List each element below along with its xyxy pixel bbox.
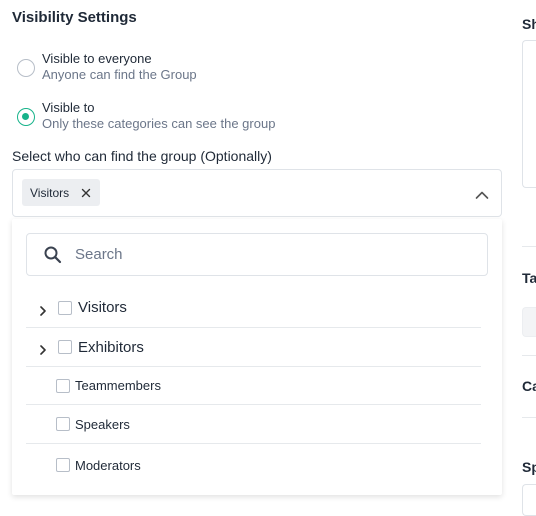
option-teammembers[interactable]: Teammembers	[26, 367, 481, 405]
option-visitors[interactable]: Visitors	[26, 288, 481, 328]
radio-button[interactable]	[17, 59, 35, 77]
search-input[interactable]	[73, 245, 457, 264]
right-panel-label: Ca	[522, 378, 536, 394]
option-exhibitors[interactable]: Exhibitors	[26, 328, 481, 367]
option-speakers[interactable]: Speakers	[26, 405, 481, 444]
option-label: Teammembers	[75, 378, 161, 393]
divider	[522, 417, 536, 418]
radio-visible-everyone[interactable]: Visible to everyone Anyone can find the …	[17, 51, 197, 83]
option-label: Visitors	[78, 299, 127, 316]
chevron-up-icon[interactable]	[475, 187, 489, 205]
radio-label: Visible to	[42, 100, 95, 115]
chevron-right-icon[interactable]	[38, 342, 48, 355]
checkbox[interactable]	[58, 300, 72, 315]
right-panel-field[interactable]	[522, 307, 536, 337]
checkbox[interactable]	[56, 458, 70, 472]
category-select[interactable]: Visitors	[12, 169, 502, 217]
select-label: Select who can find the group (Optionall…	[12, 148, 272, 164]
checkbox[interactable]	[56, 417, 70, 431]
right-panel-label: Ta	[522, 270, 536, 286]
divider	[522, 246, 536, 247]
close-icon[interactable]	[81, 188, 91, 198]
right-panel-label: Sh	[522, 16, 536, 32]
search-icon	[43, 245, 63, 265]
right-panel-label: Sp	[522, 459, 536, 475]
right-panel-field[interactable]	[522, 484, 536, 516]
chip-label: Visitors	[30, 185, 70, 200]
divider	[522, 355, 536, 356]
checkbox[interactable]	[56, 378, 70, 393]
checkbox[interactable]	[58, 340, 72, 354]
radio-button-checked[interactable]	[17, 108, 35, 126]
radio-description: Only these categories can see the group	[42, 116, 276, 131]
chevron-right-icon[interactable]	[38, 303, 48, 316]
category-dropdown: Visitors Exhibitors Teammembers Speakers…	[12, 219, 502, 495]
option-moderators[interactable]: Moderators	[26, 444, 481, 486]
radio-visible-to[interactable]: Visible to Only these categories can see…	[17, 100, 275, 132]
selected-chip-visitors: Visitors	[22, 179, 101, 206]
right-panel-textarea[interactable]	[522, 40, 536, 188]
radio-description: Anyone can find the Group	[42, 67, 197, 82]
option-label: Speakers	[75, 416, 130, 432]
visibility-title: Visibility Settings	[12, 9, 137, 26]
option-label: Moderators	[75, 457, 141, 473]
option-label: Exhibitors	[78, 338, 144, 356]
radio-label: Visible to everyone	[42, 51, 152, 66]
dropdown-search[interactable]	[26, 233, 488, 276]
